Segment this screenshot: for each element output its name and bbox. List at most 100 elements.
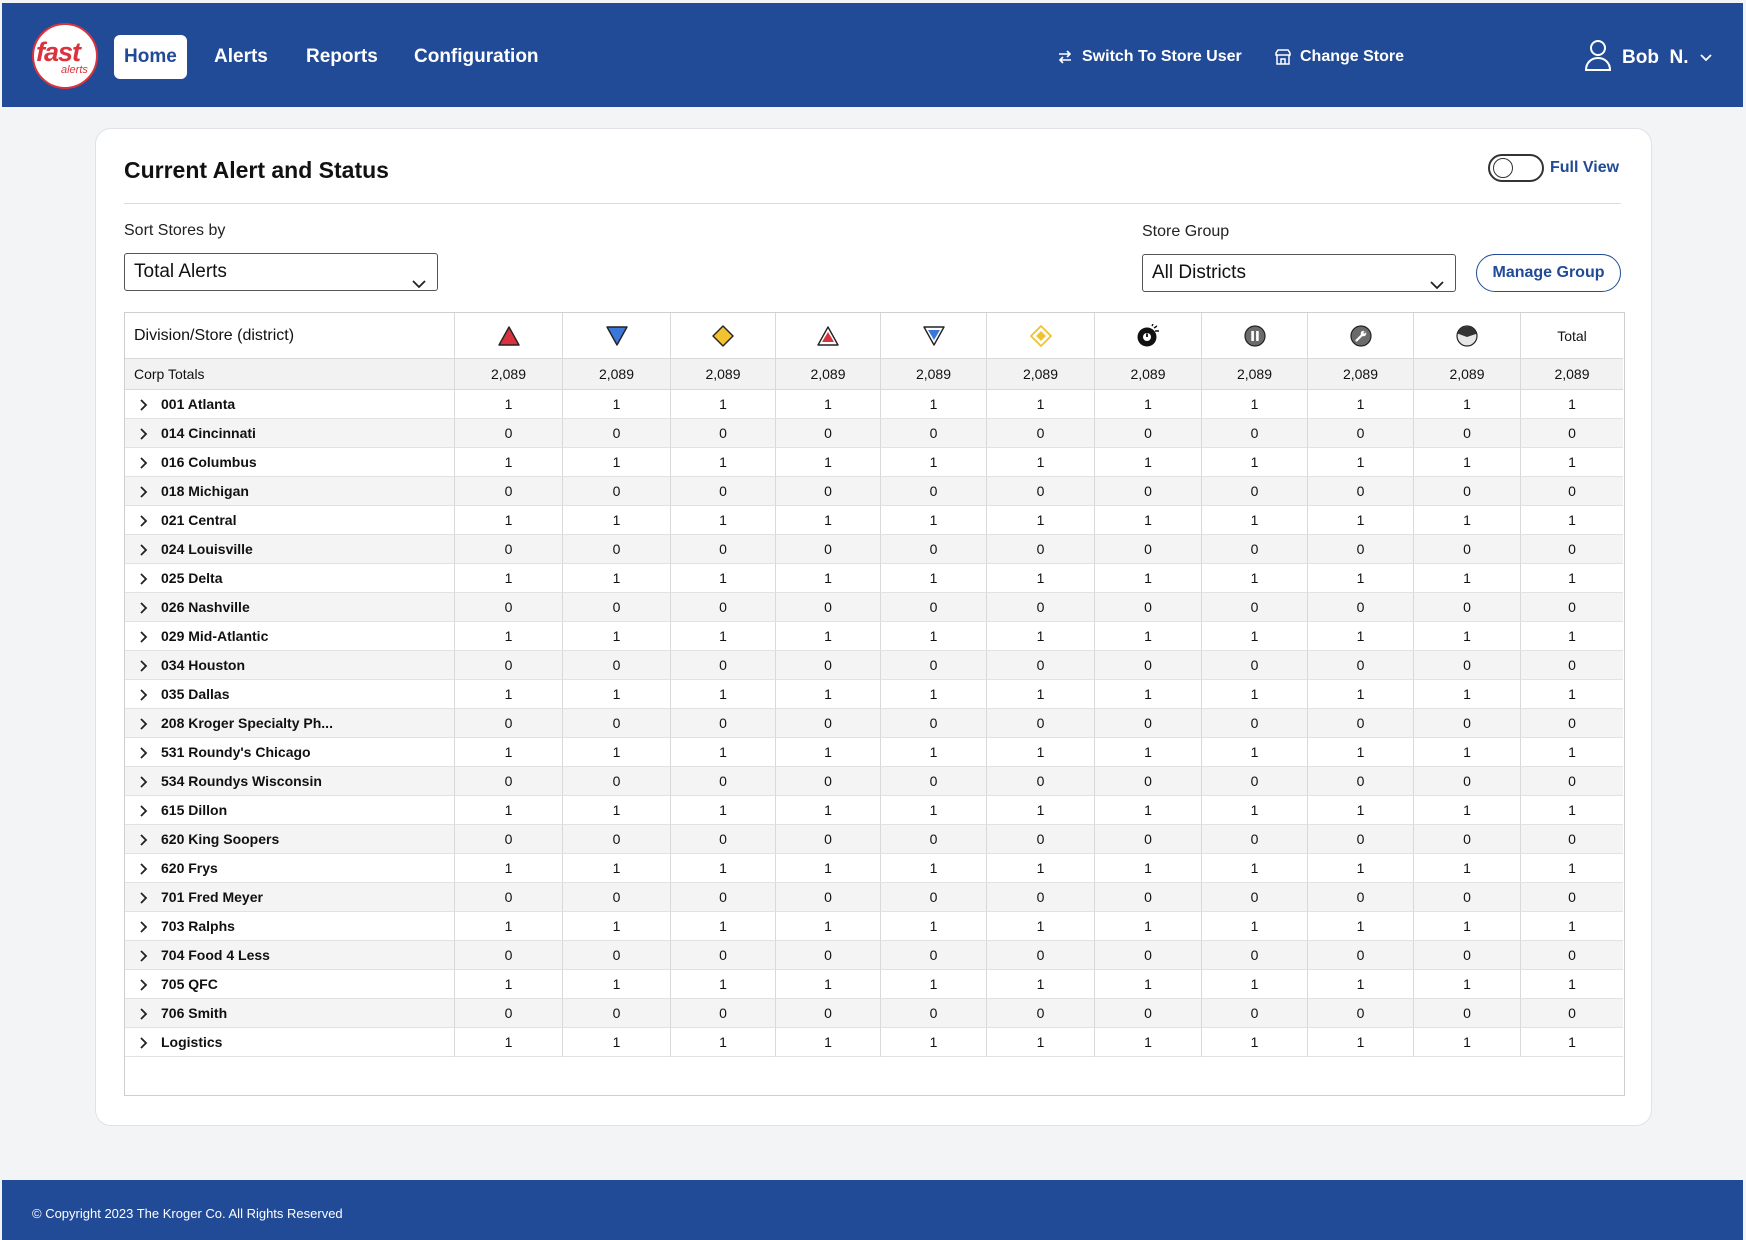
- alert-count-cell[interactable]: 0: [671, 767, 776, 796]
- alert-count-cell[interactable]: 1: [1202, 1028, 1308, 1057]
- chevron-right-icon[interactable]: [139, 456, 161, 470]
- alert-count-cell[interactable]: 0: [776, 651, 881, 680]
- nav-alerts[interactable]: Alerts: [214, 35, 268, 79]
- alert-count-cell[interactable]: 0: [776, 477, 881, 506]
- alert-count-cell[interactable]: 1: [1308, 448, 1414, 477]
- alert-count-cell[interactable]: 1: [1095, 1028, 1202, 1057]
- alert-count-cell[interactable]: 1: [881, 564, 987, 593]
- alert-count-cell[interactable]: 1: [671, 448, 776, 477]
- alert-count-cell[interactable]: 1: [776, 738, 881, 767]
- alert-count-cell[interactable]: 1: [455, 970, 563, 999]
- store-name-cell[interactable]: 029 Mid-Atlantic: [125, 622, 455, 651]
- alert-count-cell[interactable]: 1: [1414, 854, 1521, 883]
- alert-count-cell[interactable]: 1: [563, 738, 671, 767]
- alert-count-cell[interactable]: 1: [1095, 390, 1202, 419]
- alert-count-cell[interactable]: 1: [881, 738, 987, 767]
- alert-count-cell[interactable]: 1: [881, 506, 987, 535]
- alert-count-cell[interactable]: 0: [455, 825, 563, 854]
- alert-count-cell[interactable]: 1: [1308, 970, 1414, 999]
- corp-total-cell[interactable]: 2,089: [671, 359, 776, 390]
- store-name-cell[interactable]: 016 Columbus: [125, 448, 455, 477]
- store-name-cell[interactable]: 620 King Soopers: [125, 825, 455, 854]
- alert-count-cell[interactable]: 0: [1308, 941, 1414, 970]
- chevron-right-icon[interactable]: [139, 398, 161, 412]
- alert-count-cell[interactable]: 1: [1308, 622, 1414, 651]
- alert-count-cell[interactable]: 0: [1202, 593, 1308, 622]
- alert-count-cell[interactable]: 1: [776, 448, 881, 477]
- alert-count-cell[interactable]: 0: [671, 593, 776, 622]
- alert-count-cell[interactable]: 1: [881, 622, 987, 651]
- alert-count-cell[interactable]: 1: [563, 1028, 671, 1057]
- alert-count-cell[interactable]: 0: [1414, 825, 1521, 854]
- alert-count-cell[interactable]: 0: [1414, 999, 1521, 1028]
- alert-count-cell[interactable]: 0: [671, 419, 776, 448]
- alert-count-cell[interactable]: 0: [563, 883, 671, 912]
- alert-count-cell[interactable]: 0: [563, 651, 671, 680]
- table-row[interactable]: 021 Central 1 1 1 1 1 1 1 1 1 1 1: [125, 506, 1623, 535]
- alert-count-cell[interactable]: 0: [987, 477, 1095, 506]
- alert-count-cell[interactable]: 1: [1414, 622, 1521, 651]
- corp-total-cell[interactable]: 2,089: [1521, 359, 1623, 390]
- row-total-cell[interactable]: 1: [1521, 912, 1623, 941]
- row-total-cell[interactable]: 1: [1521, 854, 1623, 883]
- alert-count-cell[interactable]: 1: [881, 680, 987, 709]
- alert-count-cell[interactable]: 1: [671, 564, 776, 593]
- row-total-cell[interactable]: 0: [1521, 767, 1623, 796]
- alert-count-cell[interactable]: 0: [1095, 999, 1202, 1028]
- row-total-cell[interactable]: 1: [1521, 448, 1623, 477]
- bomb-timer-icon[interactable]: [1095, 313, 1202, 359]
- row-total-cell[interactable]: 1: [1521, 506, 1623, 535]
- table-row[interactable]: 014 Cincinnati 0 0 0 0 0 0 0 0 0 0 0: [125, 419, 1623, 448]
- alert-count-cell[interactable]: 1: [776, 564, 881, 593]
- store-name-cell[interactable]: 208 Kroger Specialty Ph...: [125, 709, 455, 738]
- alert-count-cell[interactable]: 0: [455, 941, 563, 970]
- table-row[interactable]: 705 QFC 1 1 1 1 1 1 1 1 1 1 1: [125, 970, 1623, 999]
- store-name-cell[interactable]: 035 Dallas: [125, 680, 455, 709]
- alert-count-cell[interactable]: 0: [455, 651, 563, 680]
- alert-count-cell[interactable]: 1: [1095, 622, 1202, 651]
- store-name-cell[interactable]: 025 Delta: [125, 564, 455, 593]
- alert-count-cell[interactable]: 0: [1202, 883, 1308, 912]
- alert-count-cell[interactable]: 0: [1414, 477, 1521, 506]
- alert-count-cell[interactable]: 0: [671, 883, 776, 912]
- alert-count-cell[interactable]: 0: [881, 941, 987, 970]
- table-row[interactable]: 016 Columbus 1 1 1 1 1 1 1 1 1 1 1: [125, 448, 1623, 477]
- alert-count-cell[interactable]: 0: [455, 419, 563, 448]
- chevron-right-icon[interactable]: [139, 775, 161, 789]
- row-total-cell[interactable]: 0: [1521, 651, 1623, 680]
- chevron-right-icon[interactable]: [139, 514, 161, 528]
- chevron-right-icon[interactable]: [139, 891, 161, 905]
- alert-count-cell[interactable]: 0: [1202, 419, 1308, 448]
- store-name-cell[interactable]: 531 Roundy's Chicago: [125, 738, 455, 767]
- alert-count-cell[interactable]: 1: [987, 622, 1095, 651]
- corp-total-cell[interactable]: 2,089: [881, 359, 987, 390]
- row-total-cell[interactable]: 1: [1521, 564, 1623, 593]
- alert-count-cell[interactable]: 1: [1095, 506, 1202, 535]
- nav-configuration[interactable]: Configuration: [414, 35, 539, 79]
- alert-count-cell[interactable]: 1: [1202, 564, 1308, 593]
- table-row[interactable]: 620 Frys 1 1 1 1 1 1 1 1 1 1 1: [125, 854, 1623, 883]
- alert-count-cell[interactable]: 0: [1414, 419, 1521, 448]
- row-total-cell[interactable]: 1: [1521, 390, 1623, 419]
- store-name-cell[interactable]: 024 Louisville: [125, 535, 455, 564]
- alert-count-cell[interactable]: 1: [1202, 506, 1308, 535]
- table-row[interactable]: 024 Louisville 0 0 0 0 0 0 0 0 0 0 0: [125, 535, 1623, 564]
- alert-count-cell[interactable]: 1: [987, 390, 1095, 419]
- alert-count-cell[interactable]: 0: [881, 535, 987, 564]
- alert-count-cell[interactable]: 1: [1308, 390, 1414, 419]
- alert-count-cell[interactable]: 1: [1414, 912, 1521, 941]
- full-view-toggle[interactable]: [1488, 154, 1544, 182]
- table-row[interactable]: 534 Roundys Wisconsin 0 0 0 0 0 0 0 0 0 0 0: [125, 767, 1623, 796]
- alert-count-cell[interactable]: 1: [776, 506, 881, 535]
- alert-count-cell[interactable]: 1: [776, 622, 881, 651]
- alert-count-cell[interactable]: 0: [563, 419, 671, 448]
- alert-count-cell[interactable]: 1: [1414, 796, 1521, 825]
- alert-count-cell[interactable]: 1: [1202, 970, 1308, 999]
- alert-count-cell[interactable]: 0: [671, 825, 776, 854]
- alert-count-cell[interactable]: 0: [1414, 941, 1521, 970]
- alert-count-cell[interactable]: 1: [563, 506, 671, 535]
- alert-count-cell[interactable]: 0: [1308, 593, 1414, 622]
- fast-alerts-logo[interactable]: fast alerts: [32, 23, 98, 89]
- alert-count-cell[interactable]: 0: [671, 999, 776, 1028]
- alert-count-cell[interactable]: 1: [776, 1028, 881, 1057]
